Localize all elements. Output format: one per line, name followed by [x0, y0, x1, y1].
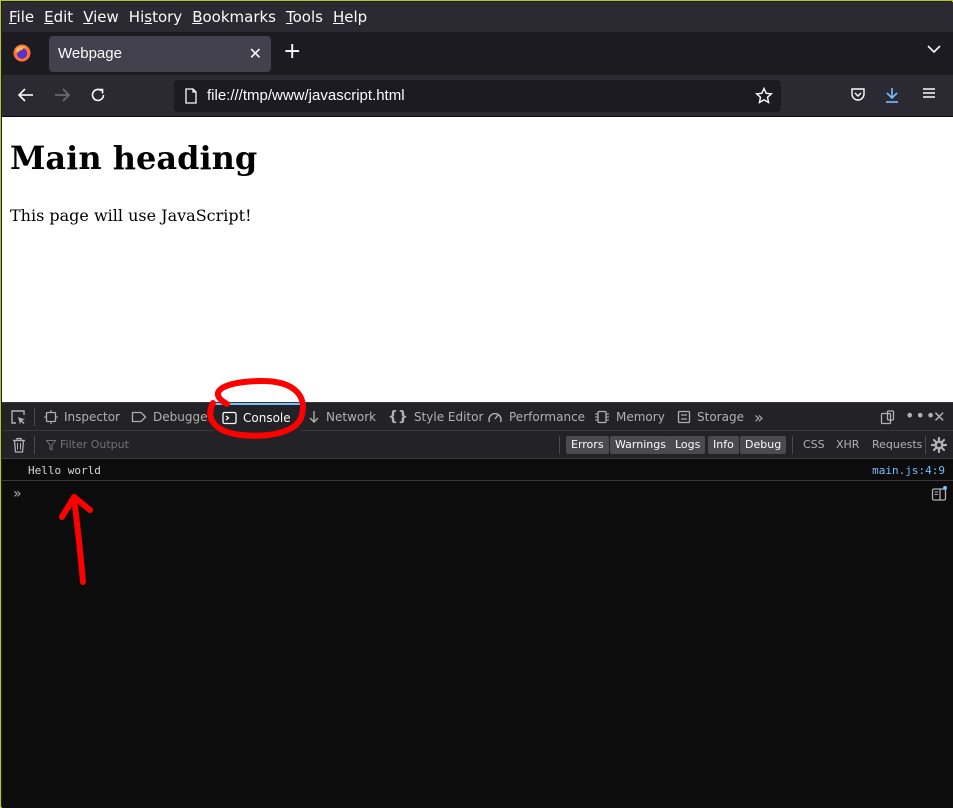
filter-css-button[interactable]: CSS — [803, 438, 825, 451]
console-input-prompt[interactable]: » — [13, 486, 22, 502]
page-icon — [185, 88, 197, 104]
storage-icon — [677, 410, 691, 424]
dock-side-icon[interactable] — [880, 410, 895, 425]
more-tools-chevron-icon[interactable]: » — [754, 403, 764, 431]
console-sidebar-toggle-icon[interactable] — [931, 486, 947, 502]
debugger-icon — [131, 411, 147, 423]
back-arrow-icon[interactable] — [17, 86, 35, 104]
tab-title: Webpage — [58, 45, 122, 62]
filter-output-input[interactable]: Filter Output — [60, 438, 129, 451]
filter-warnings-button[interactable]: Warnings — [610, 436, 671, 454]
url-bar[interactable]: file:///tmp/www/javascript.html — [174, 80, 781, 112]
filter-info-button[interactable]: Info — [708, 436, 739, 454]
element-picker-icon[interactable] — [10, 409, 26, 425]
page-content: Main heading This page will use JavaScri… — [2, 117, 953, 402]
trash-icon[interactable] — [12, 437, 26, 453]
menu-view[interactable]: View — [83, 8, 119, 26]
memory-chip-icon — [595, 410, 609, 424]
menu-bookmarks[interactable]: Bookmarks — [192, 8, 276, 26]
network-icon — [309, 411, 319, 423]
filter-debug-button[interactable]: Debug — [740, 436, 787, 454]
pocket-icon[interactable] — [850, 86, 866, 102]
browser-window: File Edit View History Bookmarks Tools H… — [0, 0, 953, 808]
inspector-icon — [44, 410, 58, 424]
tab-storage[interactable]: Storage — [677, 403, 744, 431]
nav-bar: file:///tmp/www/javascript.html — [2, 75, 953, 117]
tab-performance[interactable]: Performance — [487, 403, 585, 431]
filter-divider — [34, 436, 35, 454]
performance-gauge-icon — [488, 412, 502, 423]
filter-logs-button[interactable]: Logs — [670, 436, 706, 454]
filter-divider-4 — [925, 436, 926, 454]
devtools-toolbar: Inspector Debugger Console Network {} St… — [2, 402, 953, 431]
forward-arrow-icon[interactable] — [53, 86, 71, 104]
close-devtools-icon[interactable]: ✕ — [933, 408, 946, 426]
hamburger-menu-icon[interactable] — [922, 86, 936, 100]
tab-network[interactable]: Network — [308, 403, 376, 431]
filter-errors-button[interactable]: Errors — [566, 436, 609, 454]
chevron-down-icon[interactable] — [927, 44, 941, 54]
menu-bar: File Edit View History Bookmarks Tools H… — [2, 2, 953, 32]
console-output: Hello world main.js:4:9 » — [2, 459, 953, 808]
filter-funnel-icon — [46, 440, 56, 451]
tab-inspector[interactable]: Inspector — [44, 403, 120, 431]
console-message-source-link[interactable]: main.js:4:9 — [872, 464, 945, 477]
menu-edit[interactable]: Edit — [44, 8, 73, 26]
reload-icon[interactable] — [89, 86, 107, 104]
page-paragraph: This page will use JavaScript! — [10, 206, 252, 225]
console-message-text: Hello world — [28, 464, 101, 477]
bookmark-star-icon[interactable] — [755, 87, 773, 105]
gear-icon[interactable] — [931, 437, 947, 453]
filter-divider-3 — [792, 436, 793, 454]
console-filter-bar: Filter Output Errors Warnings Logs Info … — [2, 431, 953, 459]
download-icon[interactable] — [884, 86, 900, 104]
tab-debugger[interactable]: Debugger — [131, 403, 212, 431]
filter-requests-button[interactable]: Requests — [872, 438, 922, 451]
menu-tools[interactable]: Tools — [286, 8, 323, 26]
new-tab-icon[interactable]: + — [283, 41, 301, 63]
firefox-logo-icon[interactable] — [12, 43, 32, 63]
console-icon — [222, 411, 237, 425]
filter-xhr-button[interactable]: XHR — [836, 438, 859, 451]
menu-file[interactable]: File — [9, 8, 34, 26]
toolbar-divider — [34, 408, 35, 426]
tab-console[interactable]: Console — [214, 403, 301, 431]
tab-strip: Webpage ✕ + — [2, 32, 953, 75]
tab-style-editor[interactable]: {} Style Editor — [388, 403, 483, 431]
menu-history[interactable]: History — [129, 8, 182, 26]
filter-divider-2 — [559, 436, 560, 454]
page-heading: Main heading — [10, 139, 258, 177]
menu-help[interactable]: Help — [333, 8, 367, 26]
braces-icon: {} — [388, 409, 408, 425]
tab-close-icon[interactable]: ✕ — [249, 44, 262, 63]
console-message: Hello world main.js:4:9 — [2, 459, 953, 481]
more-options-icon[interactable]: ••• — [905, 406, 936, 425]
url-text[interactable]: file:///tmp/www/javascript.html — [207, 87, 405, 104]
tab-memory[interactable]: Memory — [594, 403, 665, 431]
tab-webpage[interactable]: Webpage ✕ — [49, 36, 271, 72]
